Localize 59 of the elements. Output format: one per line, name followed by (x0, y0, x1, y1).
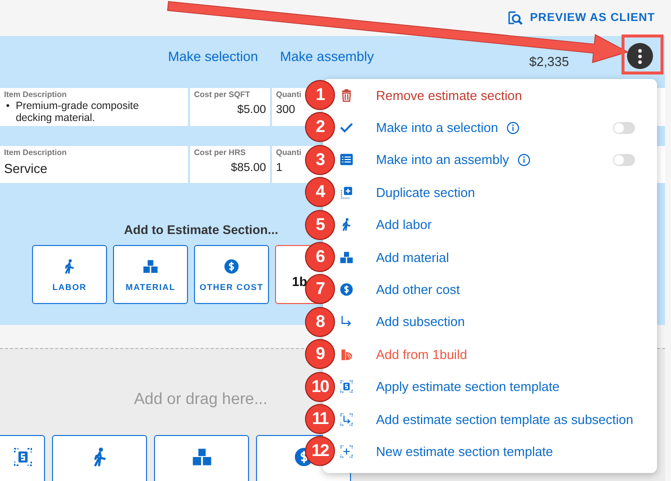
boxes-icon (142, 258, 159, 274)
add-item-button[interactable]: OTHER COST (194, 245, 269, 304)
cell-value: Service (4, 161, 48, 176)
cell-value: 1 (276, 162, 284, 174)
toggle-switch[interactable] (613, 122, 635, 134)
template-icon (12, 446, 34, 468)
cell-label: Quanti (276, 148, 302, 157)
section-total: $2,335 (529, 54, 569, 68)
more-button[interactable] (627, 43, 653, 69)
more-icon (638, 48, 642, 64)
trash-icon (339, 88, 354, 103)
step-number-badge: 9 (305, 339, 335, 370)
list-icon (339, 152, 354, 168)
boxes-icon (339, 250, 354, 265)
menu-item[interactable]: Remove estimate section (336, 79, 657, 112)
menu-item[interactable]: Add labor (336, 208, 657, 241)
step-number-badge: 4 (305, 177, 335, 208)
cell-value: 300 (276, 104, 296, 116)
add-tile[interactable] (154, 435, 249, 481)
section-link[interactable]: Make assembly (280, 48, 374, 64)
menu-item[interactable]: Add estimate section template as subsection (336, 402, 657, 436)
menu-item[interactable]: Apply estimate section template (336, 370, 657, 403)
duplicate-icon (339, 184, 354, 200)
menu-item[interactable]: Duplicate section (336, 176, 657, 209)
brand-logo-icon (339, 346, 354, 362)
cell-label: Item Description (4, 90, 67, 99)
add-section-title: Add to Estimate Section... (124, 223, 278, 237)
add-tile[interactable] (52, 435, 147, 481)
step-number-badge: 8 (305, 306, 335, 337)
section-link[interactable]: Make selection (168, 48, 258, 64)
cell-value: Premium-grade composite decking material. (16, 100, 140, 124)
highlight-frame (622, 34, 664, 74)
dollar-icon (223, 258, 240, 274)
new-template-icon (339, 444, 354, 459)
step-number-badge: 12 (305, 436, 335, 466)
template-icon (339, 379, 354, 394)
menu-item[interactable]: Add subsection (336, 306, 657, 338)
dollar-icon (339, 282, 354, 298)
step-number-badge: 2 (305, 112, 335, 142)
menu-item[interactable]: Make into a selection (336, 111, 657, 144)
menu-item[interactable]: Make into an assembly (336, 144, 657, 176)
step-number-badge: 7 (305, 274, 335, 304)
add-item-button[interactable]: MATERIAL (113, 245, 188, 304)
template-subsection-icon (339, 412, 354, 427)
add-item-button[interactable]: LABOR (32, 245, 107, 304)
cell-label: Cost per SQFT (194, 90, 250, 99)
preview-as-client-link[interactable]: PREVIEW AS CLIENT (507, 10, 655, 26)
cell-label: Item Description (4, 148, 67, 157)
bullet-mark: • (6, 100, 10, 114)
cell-value: $5.00 (236, 104, 266, 116)
drop-hint: Add or drag here... (134, 391, 268, 409)
cell-value: $85.00 (230, 162, 266, 174)
search-icon (507, 10, 524, 26)
cell-label: Cost per HRS (194, 148, 246, 157)
menu-item[interactable]: New estimate section template (336, 435, 657, 468)
cell-label: Quanti (276, 90, 302, 99)
boxes-icon (190, 446, 212, 468)
toggle-switch[interactable] (613, 154, 635, 166)
step-number-badge: 1 (305, 80, 335, 110)
